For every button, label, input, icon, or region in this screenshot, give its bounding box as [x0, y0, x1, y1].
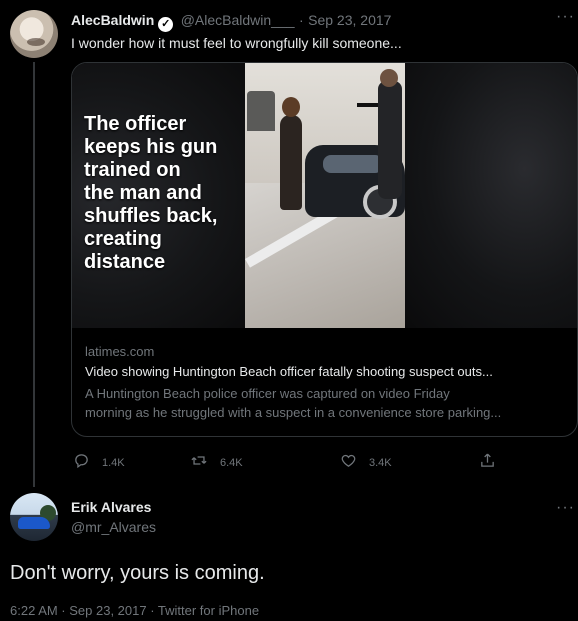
reply-icon — [73, 452, 90, 473]
author-name[interactable]: AlecBaldwin — [71, 12, 154, 28]
like-count: 3.4K — [369, 456, 392, 469]
tweet-text: I wonder how it must feel to wrongfully … — [71, 35, 402, 51]
more-options-icon[interactable]: ··· — [556, 8, 575, 26]
avatar-alecbaldwin[interactable] — [10, 10, 58, 58]
verified-badge-icon: ✓ — [158, 17, 174, 32]
caption-line: keeps his gun — [84, 136, 218, 158]
retweet-count: 6.4K — [220, 456, 243, 469]
retweet-button[interactable]: 6.4K — [190, 452, 243, 473]
caption-line: the man and — [84, 182, 202, 204]
card-description-line: A Huntington Beach police officer was ca… — [85, 386, 450, 401]
reply-text: Don't worry, yours is coming. — [10, 562, 265, 584]
caption-line: distance — [84, 251, 166, 273]
card-media: The officer keeps his gun trained on the… — [72, 63, 577, 328]
caption-line: The officer — [84, 113, 187, 135]
reply-button[interactable]: 1.4K — [73, 452, 125, 473]
share-button[interactable] — [479, 452, 508, 473]
avatar-erik-alvares[interactable] — [10, 493, 58, 541]
like-button[interactable]: 3.4K — [340, 452, 392, 473]
reply-author-name[interactable]: Erik Alvares — [71, 499, 151, 515]
more-options-icon[interactable]: ··· — [556, 499, 575, 517]
card-domain: latimes.com — [85, 344, 155, 359]
video-still — [245, 63, 405, 328]
caption-overlay: The officer keeps his gun trained on the… — [84, 113, 244, 274]
author-handle[interactable]: @AlecBaldwin___ — [181, 12, 295, 28]
reply-meta[interactable]: 6:22 AM · Sep 23, 2017 · Twitter for iPh… — [10, 603, 259, 618]
reply-count: 1.4K — [102, 456, 125, 469]
caption-line: shuffles back, — [84, 205, 218, 227]
blurred-backdrop-right — [402, 63, 577, 328]
caption-line: trained on — [84, 159, 181, 181]
tweet-header: AlecBaldwin ✓ @AlecBaldwin___ · Sep 23, 2… — [71, 12, 531, 32]
reply-author-handle[interactable]: @mr_Alvares — [71, 519, 156, 535]
share-icon — [479, 452, 496, 473]
card-title: Video showing Huntington Beach officer f… — [85, 364, 493, 379]
link-card[interactable]: The officer keeps his gun trained on the… — [71, 62, 578, 437]
retweet-icon — [190, 452, 208, 473]
caption-line: creating — [84, 228, 162, 250]
card-description-line: morning as he struggled with a suspect i… — [85, 405, 502, 420]
tweet-date[interactable]: Sep 23, 2017 — [308, 12, 391, 28]
heart-icon — [340, 452, 357, 473]
separator: · — [299, 12, 304, 28]
thread-connector-line — [33, 62, 35, 487]
card-description: A Huntington Beach police officer was ca… — [85, 384, 567, 422]
card-meta: latimes.com Video showing Huntington Bea… — [72, 328, 577, 436]
